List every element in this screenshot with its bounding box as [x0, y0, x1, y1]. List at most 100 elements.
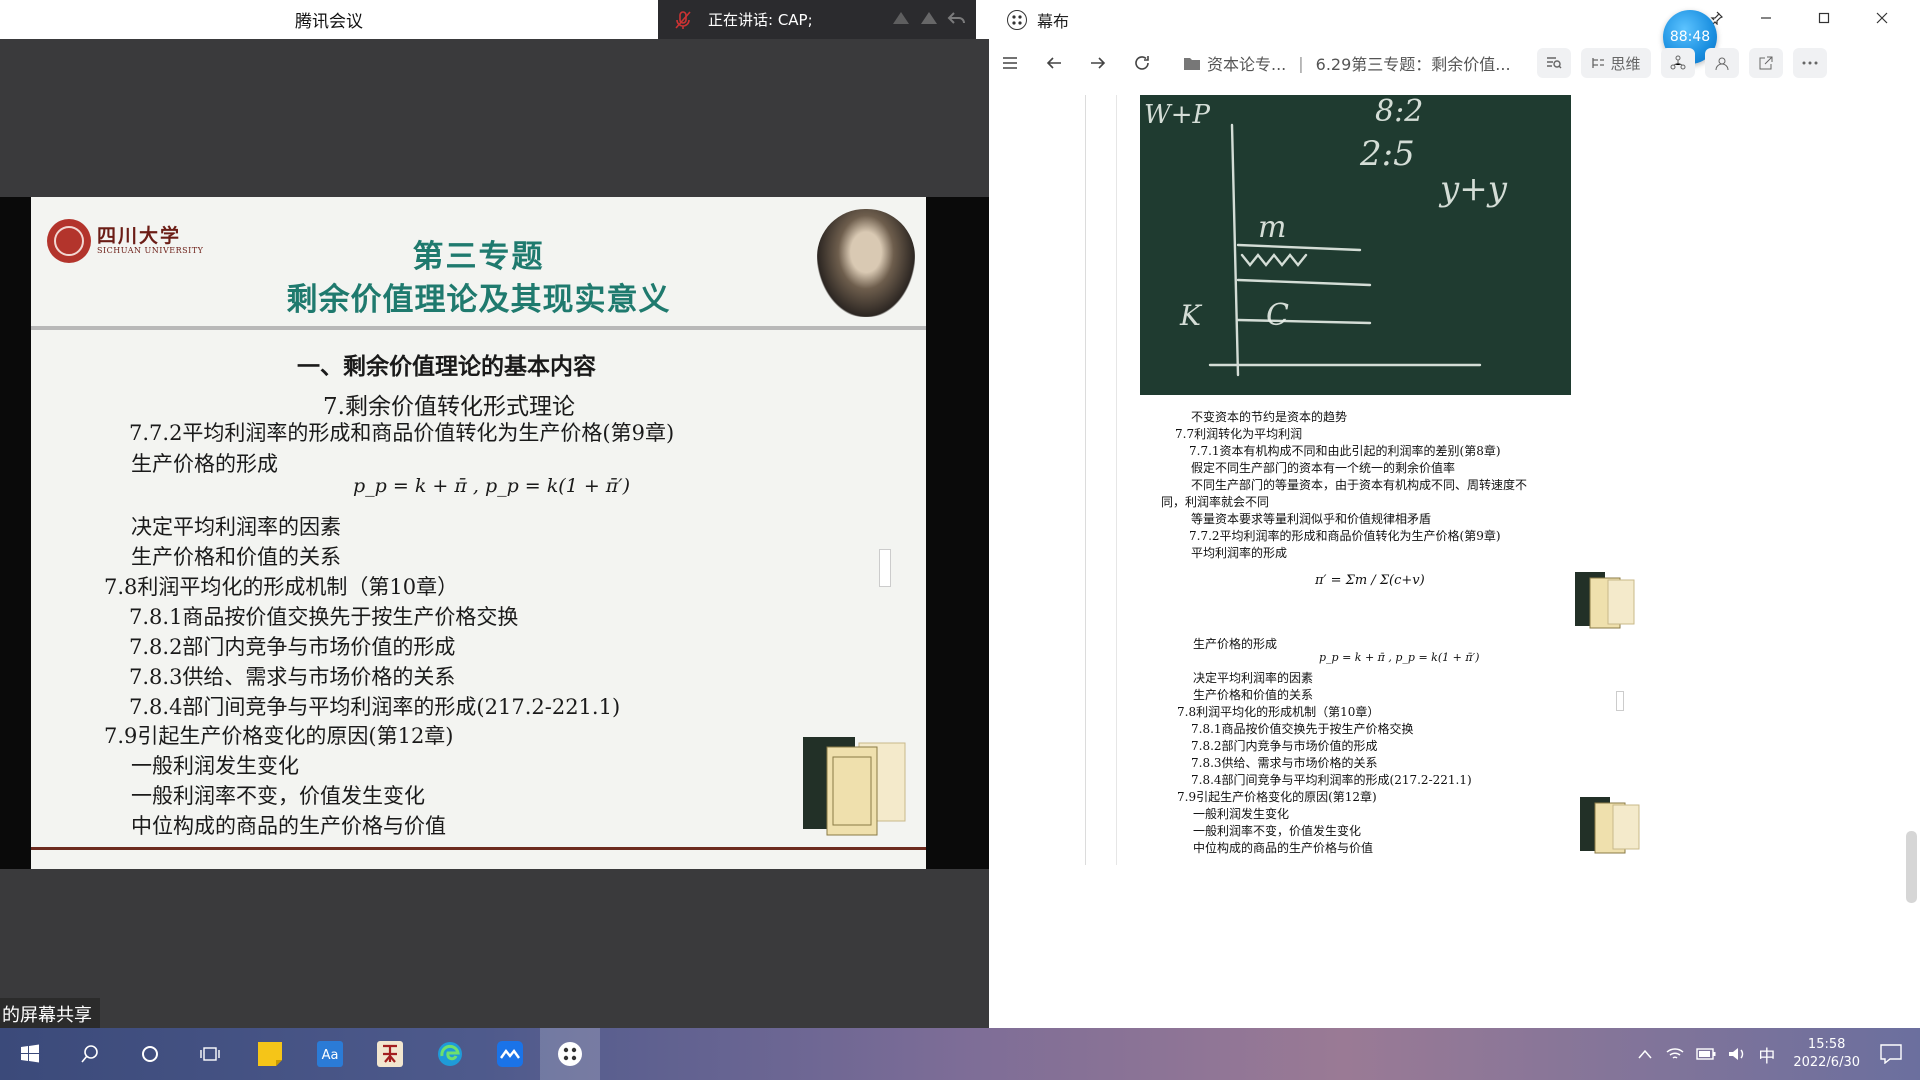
slide-scroll-marker	[879, 549, 891, 587]
mic-muted-icon[interactable]	[672, 9, 694, 31]
meeting-title: 腾讯会议	[0, 0, 658, 39]
slide-line: 一般利润率不变，价值发生变化	[131, 784, 425, 808]
board-text: y+y	[1438, 169, 1508, 209]
mindmap-icon	[1591, 58, 1604, 68]
edge-icon	[438, 1042, 462, 1066]
refresh-icon[interactable]	[1125, 46, 1159, 80]
slide-line: 一般利润发生变化	[131, 754, 299, 778]
minimize-button[interactable]	[1743, 4, 1789, 32]
breadcrumb-folder[interactable]: 资本论专...	[1207, 51, 1286, 75]
system-tray: 中 15:58 2022/6/30	[1638, 1028, 1920, 1080]
taskbar-app-sticky-notes[interactable]	[240, 1028, 300, 1080]
mubu-icon	[558, 1042, 582, 1066]
app-title: 幕布	[1037, 12, 1070, 31]
doc-line[interactable]: 7.9引起生产价格变化的原因(第12章)	[1177, 788, 1377, 805]
volume-icon[interactable]	[1728, 1047, 1746, 1061]
chevron-up-icon[interactable]	[1638, 1049, 1652, 1059]
start-button[interactable]	[0, 1028, 60, 1080]
section-heading: 一、剩余价值理论的基本内容	[297, 354, 596, 380]
slide-line: 7.8利润平均化的形成机制（第10章）	[104, 575, 459, 599]
folder-icon	[1181, 46, 1203, 80]
ime-indicator[interactable]: 中	[1758, 1042, 1775, 1067]
doc-line[interactable]: 7.8.4部门间竞争与平均利润率的形成(217.2-221.1)	[1191, 771, 1472, 788]
books-icon	[803, 737, 906, 836]
wifi-icon[interactable]	[1666, 1047, 1684, 1061]
export-icon[interactable]	[1748, 48, 1783, 78]
share-icon[interactable]	[1660, 48, 1695, 78]
portrait-image	[817, 209, 915, 317]
undo-icon	[947, 12, 965, 24]
task-view-button[interactable]	[180, 1028, 240, 1080]
taskbar-app-dictionary[interactable]: Aa	[300, 1028, 360, 1080]
doc-line[interactable]: 同，利润率就会不同	[1161, 493, 1269, 510]
books-icon	[1580, 797, 1640, 854]
forward-icon[interactable]	[1081, 46, 1115, 80]
mubu-logo-icon	[1007, 10, 1027, 30]
close-button[interactable]	[1859, 4, 1905, 32]
maximize-button[interactable]	[1801, 4, 1847, 32]
annotation-tools[interactable]	[890, 9, 968, 27]
books-icon	[1575, 572, 1635, 629]
taskbar-app-edge[interactable]	[420, 1028, 480, 1080]
doc-line[interactable]: 一般利润发生变化	[1193, 805, 1289, 822]
slide-line: 生产价格的形成	[131, 452, 278, 476]
doc-line[interactable]: 7.8利润平均化的形成机制（第10章）	[1177, 703, 1379, 720]
slide-line: 7.剩余价值转化形式理论	[323, 394, 575, 420]
battery-icon[interactable]	[1696, 1048, 1716, 1060]
board-text: W+P	[1144, 100, 1211, 130]
slide-line: 7.8.2部门内竞争与市场价值的形成	[129, 635, 456, 659]
board-text: m	[1258, 210, 1286, 245]
slide-line: 生产价格和价值的关系	[131, 545, 341, 569]
doc-line[interactable]: 7.7利润转化为平均利润	[1175, 425, 1302, 442]
collaborate-icon[interactable]	[1704, 48, 1739, 78]
doc-line[interactable]: 一般利润率不变，价值发生变化	[1193, 822, 1361, 839]
slide-line: 决定平均利润率的因素	[131, 515, 341, 539]
slide-line: 7.9引起生产价格变化的原因(第12章)	[104, 724, 454, 748]
notification-icon[interactable]	[1880, 1044, 1902, 1064]
doc-line[interactable]: 生产价格的形成	[1193, 635, 1277, 652]
board-text: K	[1179, 299, 1203, 332]
windows-icon	[21, 1044, 39, 1063]
slide-line: 中位构成的商品的生产价格与价值	[131, 814, 446, 838]
doc-line[interactable]: 假定不同生产部门的资本有一个统一的剩余价值率	[1191, 459, 1455, 476]
taskbar-app-mubu[interactable]	[540, 1028, 600, 1080]
doc-line[interactable]: 等量资本要求等量利润似乎和价值规律相矛盾	[1191, 510, 1431, 527]
scrollbar[interactable]	[1906, 831, 1917, 903]
doc-line[interactable]: 7.8.3供给、需求与市场价格的关系	[1191, 754, 1378, 771]
price-formula: p_p = k + π̄ , p_p = k(1 + π̄′)	[1319, 651, 1480, 664]
blackboard-image: W+P 8:2 2:5 y+y C m K	[1140, 95, 1571, 395]
board-text: C	[1266, 298, 1289, 333]
doc-line[interactable]: 7.8.1商品按价值交换先于按生产价格交换	[1191, 720, 1414, 737]
speaking-indicator: 正在讲话: CAP;	[658, 0, 976, 39]
mubu-window: 幕布 88:48 资本论专... | 6.29第三专题：剩余价值... 思维 W…	[989, 0, 1920, 1028]
clock[interactable]: 15:58 2022/6/30	[1793, 1036, 1860, 1072]
outline-guide	[1116, 95, 1117, 865]
taskbar-app-zhihu[interactable]	[360, 1028, 420, 1080]
presentation-slide: 四川大学 SICHUAN UNIVERSITY 第三专题 剩余价值理论及其现实意…	[31, 197, 926, 869]
breadcrumb-document[interactable]: 6.29第三专题：剩余价值...	[1316, 51, 1511, 75]
doc-line[interactable]: 7.7.1资本有机构成不同和由此引起的利润率的差别(第8章)	[1189, 442, 1501, 459]
search-icon[interactable]	[1536, 48, 1571, 78]
more-icon[interactable]	[1792, 48, 1827, 78]
taskbar-app-tencent-meeting[interactable]	[480, 1028, 540, 1080]
meeting-window: 腾讯会议 正在讲话: CAP; 四川大学 SICHUAN UNIVERSITY …	[0, 0, 989, 1028]
cortana-button[interactable]	[120, 1028, 180, 1080]
slide-subtitle: 剩余价值理论及其现实意义	[286, 282, 671, 318]
clock-date: 2022/6/30	[1793, 1055, 1860, 1070]
doc-line[interactable]: 中位构成的商品的生产价格与价值	[1193, 839, 1373, 856]
doc-line[interactable]: 生产价格和价值的关系	[1193, 686, 1313, 703]
doc-line[interactable]: 决定平均利润率的因素	[1193, 669, 1313, 686]
mindmap-button[interactable]: 思维	[1580, 48, 1651, 78]
screen-share-label: 的屏幕共享	[0, 998, 100, 1028]
back-icon[interactable]	[1037, 46, 1071, 80]
doc-line[interactable]: 平均利润率的形成	[1191, 544, 1287, 561]
menu-icon[interactable]	[993, 46, 1027, 80]
search-button[interactable]	[60, 1028, 120, 1080]
doc-line[interactable]: 不同生产部门的等量资本，由于资本有机构成不同、周转速度不	[1191, 476, 1527, 493]
search-icon	[81, 1045, 98, 1063]
doc-line[interactable]: 不变资本的节约是资本的趋势	[1191, 408, 1347, 425]
doc-line[interactable]: 7.8.2部门内竞争与市场价值的形成	[1191, 737, 1378, 754]
slide-line: 7.8.3供给、需求与市场价格的关系	[129, 665, 456, 689]
doc-line[interactable]: 7.7.2平均利润率的形成和商品价值转化为生产价格(第9章)	[1189, 527, 1501, 544]
slide-line: 7.8.4部门间竞争与平均利润率的形成(217.2-221.1)	[129, 695, 621, 719]
